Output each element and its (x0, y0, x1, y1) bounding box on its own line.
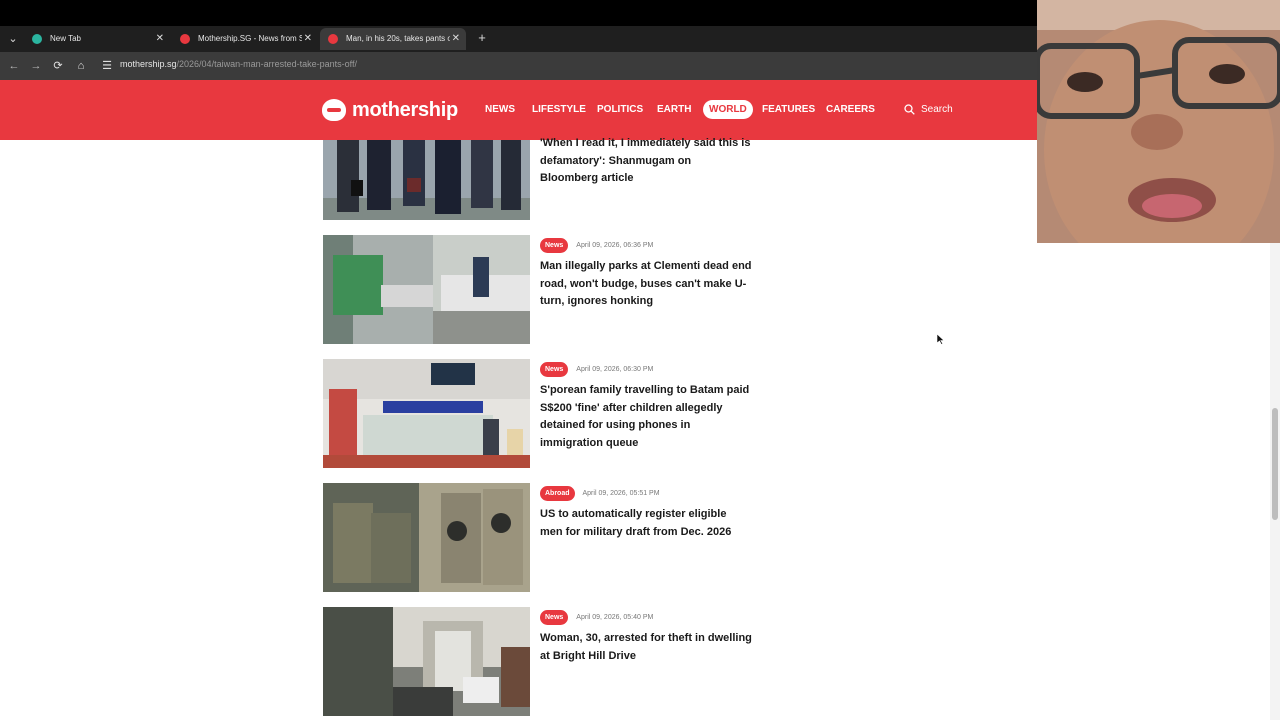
article-meta: Abroad April 09, 2026, 05:51 PM (540, 486, 660, 501)
article-thumbnail[interactable] (323, 140, 530, 220)
mothership-favicon-icon (328, 34, 338, 44)
scrollbar-thumb[interactable] (1272, 408, 1278, 520)
new-tab-plus-icon[interactable]: + (474, 30, 490, 46)
reload-icon[interactable]: ⟳ (50, 58, 66, 74)
close-icon[interactable]: ✕ (304, 28, 312, 50)
nav-features[interactable]: FEATURES (762, 104, 815, 115)
url-path: /2026/04/taiwan-man-arrested-take-pants-… (176, 59, 357, 69)
mouse-cursor-icon (937, 334, 945, 345)
category-badge[interactable]: News (540, 362, 569, 377)
list-item[interactable]: News April 09, 2026, 05:40 PM Woman, 30,… (323, 607, 753, 716)
mothership-favicon-icon (180, 34, 190, 44)
list-item[interactable]: News April 09, 2026, 06:30 PM S'porean f… (323, 359, 753, 468)
webcam-overlay (1037, 0, 1280, 243)
nav-earth[interactable]: EARTH (657, 104, 691, 115)
article-thumbnail[interactable] (323, 483, 530, 592)
tab-mothership-home[interactable]: Mothership.SG - News from Sin ✕ (172, 28, 318, 50)
nav-news[interactable]: NEWS (485, 104, 515, 115)
category-badge[interactable]: News (540, 238, 569, 253)
article-title[interactable]: US to automatically register eligible me… (540, 506, 752, 541)
article-date: April 09, 2026, 05:51 PM (582, 490, 660, 497)
article-meta: News April 09, 2026, 05:40 PM (540, 610, 653, 625)
article-date: April 09, 2026, 06:36 PM (576, 242, 654, 249)
logo-text: mothership (352, 98, 458, 121)
nav-careers[interactable]: CAREERS (826, 104, 875, 115)
nav-lifestyle[interactable]: LIFESTYLE (532, 104, 586, 115)
tab-search-chevron-icon[interactable]: ⌄ (4, 30, 22, 48)
tab-label: Mothership.SG - News from Sin (198, 34, 302, 43)
article-date: April 09, 2026, 05:40 PM (576, 614, 654, 621)
back-arrow-icon[interactable]: ← (6, 58, 22, 74)
nav-world[interactable]: WORLD (703, 100, 753, 119)
article-meta: News April 09, 2026, 06:36 PM (540, 238, 653, 253)
article-date: April 09, 2026, 06:30 PM (576, 366, 654, 373)
close-icon[interactable]: ✕ (452, 28, 460, 50)
nav-politics[interactable]: POLITICS (597, 104, 643, 115)
forward-arrow-icon[interactable]: → (28, 58, 44, 74)
article-title[interactable]: Man illegally parks at Clementi dead end… (540, 258, 752, 311)
article-meta: News April 09, 2026, 06:30 PM (540, 362, 653, 377)
list-item[interactable]: 'When I read it, I immediately said this… (323, 137, 753, 220)
home-icon[interactable]: ⌂ (73, 58, 89, 74)
article-thumbnail[interactable] (323, 607, 530, 716)
site-logo[interactable]: mothership (322, 98, 458, 122)
url-field[interactable]: mothership.sg/2026/04/taiwan-man-arreste… (120, 59, 357, 69)
search-icon (904, 104, 915, 115)
close-icon[interactable]: ✕ (156, 28, 164, 50)
webcam-face-image (1037, 0, 1280, 243)
article-title[interactable]: S'porean family travelling to Batam paid… (540, 382, 752, 452)
tab-new-tab[interactable]: New Tab ✕ (24, 28, 170, 50)
tab-current-article[interactable]: Man, in his 20s, takes pants off ✕ (320, 28, 466, 50)
url-host: mothership.sg (120, 59, 177, 69)
article-thumbnail[interactable] (323, 235, 530, 344)
tab-label: New Tab (50, 34, 81, 43)
new-tab-favicon-icon (32, 34, 42, 44)
mothership-logo-icon (322, 99, 346, 121)
list-item[interactable]: News April 09, 2026, 06:36 PM Man illega… (323, 235, 753, 344)
search-button[interactable]: Search (904, 104, 953, 115)
site-info-icon[interactable]: ☰ (99, 58, 115, 74)
list-item[interactable]: Abroad April 09, 2026, 05:51 PM US to au… (323, 483, 753, 592)
article-thumbnail[interactable] (323, 359, 530, 468)
category-badge[interactable]: Abroad (540, 486, 575, 501)
search-label: Search (921, 104, 953, 115)
tab-label: Man, in his 20s, takes pants off (346, 34, 450, 43)
article-title[interactable]: Woman, 30, arrested for theft in dwellin… (540, 630, 752, 665)
category-badge[interactable]: News (540, 610, 569, 625)
article-title[interactable]: 'When I read it, I immediately said this… (540, 135, 752, 188)
